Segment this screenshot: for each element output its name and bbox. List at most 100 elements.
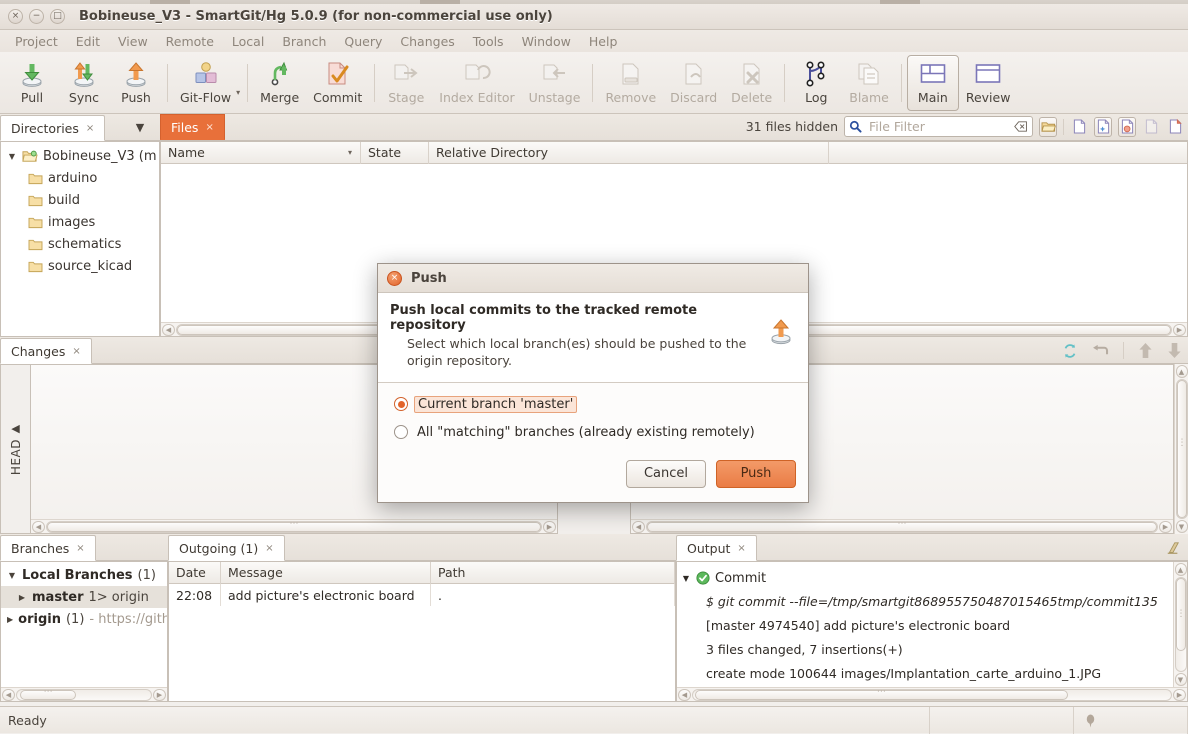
outgoing-row[interactable]: 22:08 add picture's electronic board.: [169, 584, 675, 606]
toolbar-button-commit[interactable]: Commit: [306, 55, 369, 111]
tab-outgoing[interactable]: Outgoing (1) ×: [168, 535, 285, 561]
directories-menu-button[interactable]: ▼: [120, 114, 160, 141]
git-flow-dropdown-caret-icon[interactable]: ▾: [236, 88, 240, 97]
scroll-left-icon[interactable]: ◀: [32, 520, 45, 533]
scroll-up-icon[interactable]: ▲: [1175, 365, 1188, 378]
outgoing-column-path[interactable]: Path: [431, 561, 675, 584]
arrow-up-icon[interactable]: [1138, 342, 1153, 359]
tab-directories[interactable]: Directories ×: [0, 115, 106, 141]
files-column-state[interactable]: State: [361, 141, 429, 164]
toolbar-button-pull[interactable]: Pull: [6, 55, 58, 111]
menu-item-branch[interactable]: Branch: [273, 32, 335, 51]
twisty-icon[interactable]: ▶: [17, 593, 27, 602]
output-group-header[interactable]: ▼ Commit: [681, 567, 1173, 589]
branches-hscrollbar[interactable]: ◀ ▶: [1, 687, 167, 701]
tab-directories-close-icon[interactable]: ×: [86, 123, 94, 134]
changes-right-hscrollbar[interactable]: ◀ ▶: [631, 519, 1173, 533]
maximize-panel-icon[interactable]: [1166, 541, 1180, 555]
menu-item-help[interactable]: Help: [580, 32, 627, 51]
file-filter-box[interactable]: [844, 116, 1033, 137]
files-column-name[interactable]: Name ▾: [161, 141, 361, 164]
head-collapse-triangle-icon[interactable]: ◀: [11, 422, 19, 435]
directory-item-arduino[interactable]: arduino: [1, 167, 159, 189]
scroll-right-icon[interactable]: ▶: [153, 688, 166, 701]
cancel-button[interactable]: Cancel: [626, 459, 706, 488]
push-option-matching-branches[interactable]: All "matching" branches (already existin…: [394, 425, 796, 440]
directory-item-source_kicad[interactable]: source_kicad: [1, 255, 159, 277]
menu-item-remote[interactable]: Remote: [157, 32, 223, 51]
tab-files[interactable]: Files ×: [160, 114, 225, 140]
changes-left-hscrollbar[interactable]: ◀ ▶: [31, 519, 557, 533]
scroll-right-icon[interactable]: ▶: [1173, 323, 1186, 336]
directory-item-build[interactable]: build: [1, 189, 159, 211]
scroll-left-icon[interactable]: ◀: [162, 323, 175, 336]
radio-matching-branches[interactable]: [394, 425, 408, 440]
tab-output[interactable]: Output ×: [676, 535, 757, 561]
toolbar-button-push[interactable]: Push: [110, 55, 162, 111]
directory-item-schematics[interactable]: schematics: [1, 233, 159, 255]
toolbar-button-git-flow[interactable]: Git-Flow: [173, 55, 238, 111]
changes-vscrollbar[interactable]: ▲ ▼: [1174, 364, 1188, 534]
clear-filter-icon[interactable]: [1014, 121, 1028, 132]
output-vscrollbar[interactable]: ▲ ▼: [1173, 562, 1187, 687]
twisty-icon[interactable]: ▶: [7, 615, 13, 624]
output-log[interactable]: ▼ Commit $ git commit --file=/tmp/smartgit…: [677, 562, 1173, 687]
scroll-left-icon[interactable]: ◀: [632, 520, 645, 533]
toolbar-button-log[interactable]: Log: [790, 55, 842, 111]
outgoing-column-date[interactable]: Date: [169, 561, 221, 584]
push-button[interactable]: Push: [716, 459, 796, 488]
twisty-icon[interactable]: ▼: [681, 574, 691, 583]
radio-current-branch[interactable]: [394, 397, 408, 412]
menu-item-view[interactable]: View: [109, 32, 157, 51]
filter-ignored-files-icon[interactable]: [1142, 117, 1160, 137]
outgoing-list[interactable]: 22:08 add picture's electronic board.: [169, 584, 675, 701]
outgoing-column-message[interactable]: Message: [221, 561, 431, 584]
directory-item-images[interactable]: images: [1, 211, 159, 233]
undo-arrow-icon[interactable]: [1092, 344, 1109, 358]
directory-root-row[interactable]: ▼ Bobineuse_V3 (m: [1, 145, 159, 167]
menu-item-local[interactable]: Local: [223, 32, 273, 51]
twisty-icon[interactable]: ▼: [7, 571, 17, 580]
toolbar-button-sync[interactable]: Sync: [58, 55, 110, 111]
menu-item-window[interactable]: Window: [513, 32, 580, 51]
filter-modified-files-icon[interactable]: [1118, 116, 1136, 137]
scroll-right-icon[interactable]: ▶: [1173, 688, 1186, 701]
tab-branches-close-icon[interactable]: ×: [76, 543, 84, 554]
tab-output-close-icon[interactable]: ×: [737, 543, 745, 554]
menu-item-query[interactable]: Query: [335, 32, 391, 51]
scroll-up-icon[interactable]: ▲: [1174, 563, 1187, 576]
output-hscrollbar[interactable]: ◀ ▶: [677, 687, 1187, 701]
branch-row-origin[interactable]: ▶ origin (1) - https://gith: [1, 608, 167, 630]
scroll-right-icon[interactable]: ▶: [1159, 520, 1172, 533]
open-folder-toggle-icon[interactable]: [1039, 116, 1057, 137]
speech-balloon-icon[interactable]: [1084, 713, 1097, 728]
filter-new-files-icon[interactable]: [1094, 116, 1112, 137]
branches-tree[interactable]: ▼ Local Branches (1) ▶ master 1> origin ▶ origi…: [1, 562, 167, 687]
menu-item-project[interactable]: Project: [6, 32, 67, 51]
twisty-icon[interactable]: ▼: [7, 152, 17, 161]
filter-unchanged-files-icon[interactable]: [1070, 117, 1088, 137]
files-column-relative-directory[interactable]: Relative Directory: [429, 141, 829, 164]
scroll-down-icon[interactable]: ▼: [1175, 520, 1188, 533]
menu-item-tools[interactable]: Tools: [464, 32, 513, 51]
window-minimize-button[interactable]: −: [29, 9, 44, 24]
filter-conflict-files-icon[interactable]: [1166, 117, 1184, 137]
refresh-icon[interactable]: [1062, 343, 1078, 359]
arrow-down-icon[interactable]: [1167, 342, 1182, 359]
tab-outgoing-close-icon[interactable]: ×: [265, 543, 273, 554]
scroll-left-icon[interactable]: ◀: [2, 688, 15, 701]
toolbar-button-review[interactable]: Review: [959, 55, 1018, 111]
push-option-current-branch[interactable]: Current branch 'master': [394, 395, 796, 413]
directories-tree[interactable]: ▼ Bobineuse_V3 (m arduino build images schema…: [1, 142, 159, 277]
window-maximize-button[interactable]: □: [50, 9, 65, 24]
tab-files-close-icon[interactable]: ×: [205, 122, 213, 133]
dialog-close-icon[interactable]: ×: [387, 270, 402, 286]
menu-item-changes[interactable]: Changes: [391, 32, 463, 51]
toolbar-button-main[interactable]: Main: [906, 54, 959, 111]
toolbar-button-merge[interactable]: Merge: [253, 55, 306, 111]
window-close-button[interactable]: ×: [8, 9, 23, 24]
file-filter-input[interactable]: [867, 118, 1009, 135]
tab-changes-close-icon[interactable]: ×: [72, 346, 80, 357]
scroll-down-icon[interactable]: ▼: [1174, 673, 1187, 686]
menu-item-edit[interactable]: Edit: [67, 32, 109, 51]
